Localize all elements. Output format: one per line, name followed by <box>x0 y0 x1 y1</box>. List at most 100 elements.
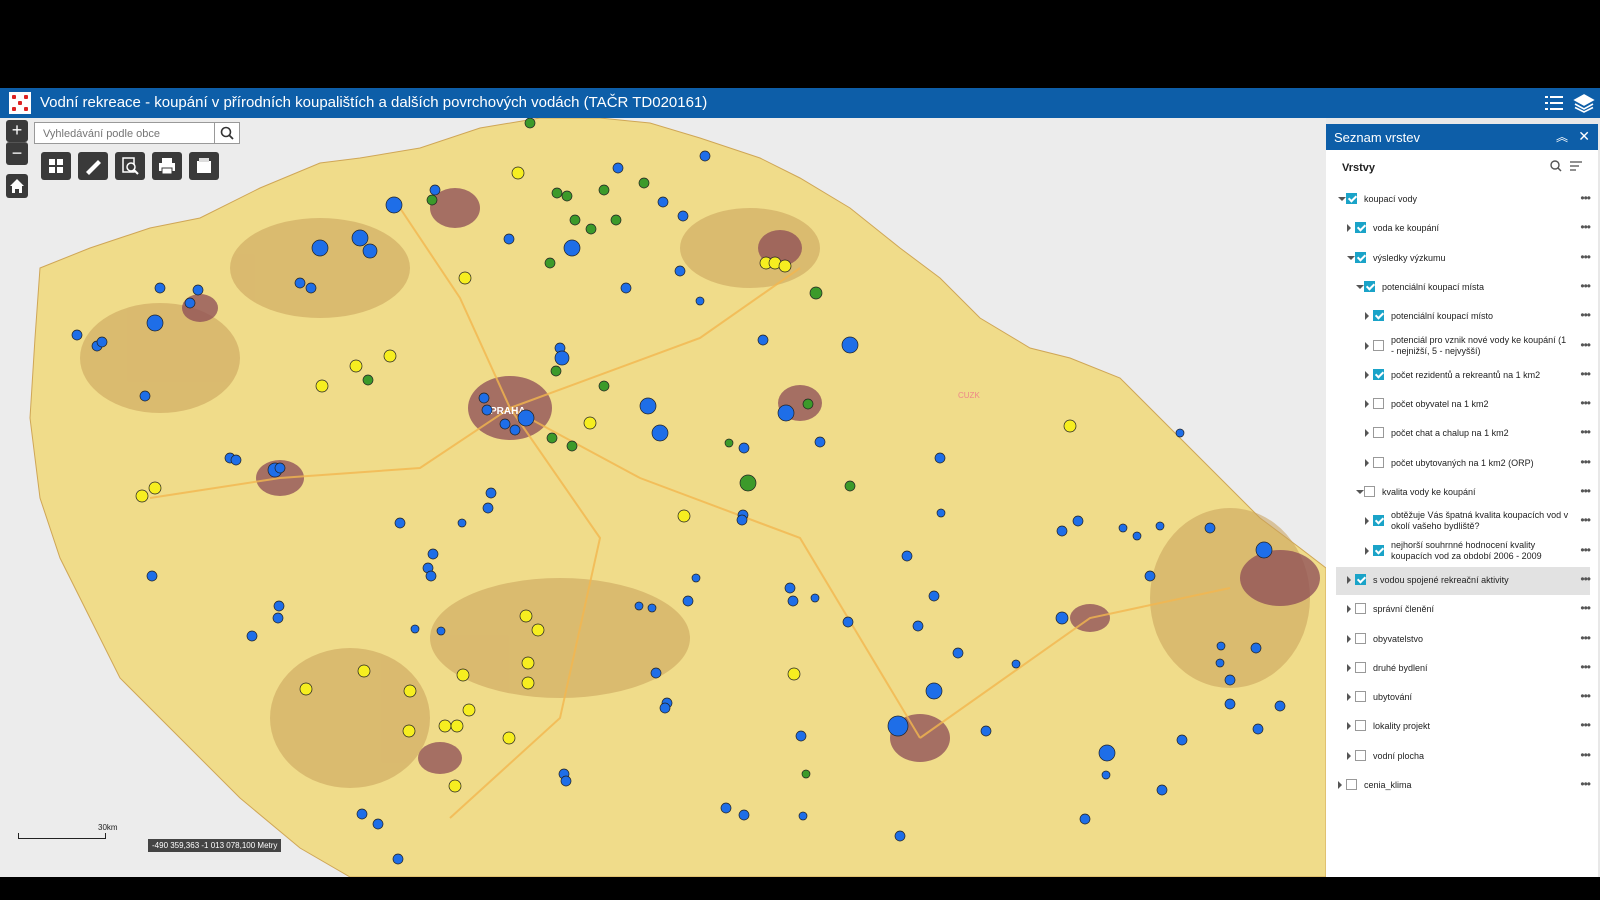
layer-item[interactable]: nejhorší souhrnné hodnocení kvality koup… <box>1336 538 1591 566</box>
layer-visibility-checkbox[interactable] <box>1355 720 1366 731</box>
blue-point-marker[interactable] <box>674 265 686 277</box>
blue-point-marker[interactable] <box>425 570 437 582</box>
yellow-point-marker[interactable] <box>357 664 371 678</box>
green-point-marker[interactable] <box>551 187 563 199</box>
layer-item[interactable]: výsledky výzkumu ••• <box>1336 245 1591 273</box>
blue-point-marker[interactable] <box>385 196 403 214</box>
blue-point-marker[interactable] <box>96 336 108 348</box>
blue-point-marker[interactable] <box>695 296 705 306</box>
layer-visibility-checkbox[interactable] <box>1355 750 1366 761</box>
layer-item[interactable]: obyvatelstvo ••• <box>1336 626 1591 654</box>
caret-right-icon[interactable] <box>1365 459 1369 467</box>
blue-point-marker[interactable] <box>798 811 808 821</box>
more-options-icon[interactable]: ••• <box>1580 631 1591 645</box>
blue-point-marker[interactable] <box>273 600 285 612</box>
blue-point-marker[interactable] <box>503 233 515 245</box>
blue-point-marker[interactable] <box>1255 541 1273 559</box>
blue-point-marker[interactable] <box>787 595 799 607</box>
blue-point-marker[interactable] <box>659 702 671 714</box>
more-options-icon[interactable]: ••• <box>1580 718 1591 732</box>
yellow-point-marker[interactable] <box>349 359 363 373</box>
layer-item[interactable]: lokality projekt ••• <box>1336 713 1591 741</box>
caret-right-icon[interactable] <box>1347 576 1351 584</box>
list-icon[interactable] <box>1542 92 1566 114</box>
layer-item[interactable]: koupací vody ••• <box>1336 186 1591 214</box>
blue-point-marker[interactable] <box>1224 698 1236 710</box>
blue-point-marker[interactable] <box>305 282 317 294</box>
grid-icon[interactable] <box>41 152 71 180</box>
blue-point-marker[interactable] <box>184 297 196 309</box>
zoom-in-button[interactable]: + <box>6 120 28 142</box>
yellow-point-marker[interactable] <box>787 667 801 681</box>
blue-point-marker[interactable] <box>71 329 83 341</box>
green-point-marker[interactable] <box>610 214 622 226</box>
blue-point-marker[interactable] <box>485 487 497 499</box>
blue-point-marker[interactable] <box>436 626 446 636</box>
blue-point-marker[interactable] <box>392 853 404 865</box>
layer-visibility-checkbox[interactable] <box>1355 252 1366 263</box>
yellow-point-marker[interactable] <box>519 609 533 623</box>
yellow-point-marker[interactable] <box>511 166 525 180</box>
layer-item[interactable]: cenia_klima ••• <box>1336 772 1591 800</box>
blue-point-marker[interactable] <box>1079 813 1091 825</box>
search-input[interactable] <box>41 124 215 144</box>
yellow-point-marker[interactable] <box>299 682 313 696</box>
blue-point-marker[interactable] <box>146 570 158 582</box>
caret-right-icon[interactable] <box>1365 312 1369 320</box>
blue-point-marker[interactable] <box>560 775 572 787</box>
layer-visibility-checkbox[interactable] <box>1373 340 1384 351</box>
blue-point-marker[interactable] <box>738 442 750 454</box>
caret-down-icon[interactable] <box>1338 197 1346 201</box>
blue-point-marker[interactable] <box>1156 784 1168 796</box>
blue-point-marker[interactable] <box>192 284 204 296</box>
more-options-icon[interactable]: ••• <box>1580 543 1591 557</box>
more-options-icon[interactable]: ••• <box>1580 455 1591 469</box>
blue-point-marker[interactable] <box>682 595 694 607</box>
blue-point-marker[interactable] <box>936 508 946 518</box>
green-point-marker[interactable] <box>638 177 650 189</box>
layer-item[interactable]: správní členění ••• <box>1336 596 1591 624</box>
green-point-marker[interactable] <box>524 118 536 129</box>
blue-point-marker[interactable] <box>634 601 644 611</box>
caret-right-icon[interactable] <box>1365 400 1369 408</box>
yellow-point-marker[interactable] <box>531 623 545 637</box>
more-options-icon[interactable]: ••• <box>1580 367 1591 381</box>
map-canvas[interactable]: PRAHA CUZK <box>0 118 1326 877</box>
yellow-point-marker[interactable] <box>521 656 535 670</box>
layer-visibility-checkbox[interactable] <box>1373 457 1384 468</box>
measure-icon[interactable] <box>78 152 108 180</box>
blue-point-marker[interactable] <box>912 620 924 632</box>
layer-item[interactable]: počet ubytovaných na 1 km2 (ORP) ••• <box>1336 450 1591 478</box>
green-point-marker[interactable] <box>561 190 573 202</box>
caret-right-icon[interactable] <box>1338 781 1342 789</box>
caret-right-icon[interactable] <box>1365 342 1369 350</box>
yellow-point-marker[interactable] <box>458 271 472 285</box>
blue-point-marker[interactable] <box>1098 744 1116 762</box>
blue-point-marker[interactable] <box>139 390 151 402</box>
caret-down-icon[interactable] <box>1356 490 1364 494</box>
layer-visibility-checkbox[interactable] <box>1364 486 1375 497</box>
more-options-icon[interactable]: ••• <box>1580 396 1591 410</box>
yellow-point-marker[interactable] <box>448 779 462 793</box>
green-point-marker[interactable] <box>724 438 734 448</box>
print-icon[interactable] <box>152 152 182 180</box>
blue-point-marker[interactable] <box>720 802 732 814</box>
blue-point-marker[interactable] <box>1175 428 1185 438</box>
more-options-icon[interactable]: ••• <box>1580 484 1591 498</box>
layer-item[interactable]: druhé bydlení ••• <box>1336 655 1591 683</box>
zoom-search-icon[interactable] <box>115 152 145 180</box>
blue-point-marker[interactable] <box>1144 570 1156 582</box>
layer-visibility-checkbox[interactable] <box>1373 545 1384 556</box>
blue-point-marker[interactable] <box>1118 523 1128 533</box>
more-options-icon[interactable]: ••• <box>1580 220 1591 234</box>
green-point-marker[interactable] <box>802 398 814 410</box>
caret-right-icon[interactable] <box>1347 635 1351 643</box>
yellow-point-marker[interactable] <box>148 481 162 495</box>
blue-point-marker[interactable] <box>410 624 420 634</box>
caret-down-icon[interactable] <box>1347 256 1355 260</box>
blue-point-marker[interactable] <box>563 239 581 257</box>
blue-point-marker[interactable] <box>887 715 909 737</box>
green-point-marker[interactable] <box>566 440 578 452</box>
blue-point-marker[interactable] <box>509 424 521 436</box>
caret-right-icon[interactable] <box>1365 429 1369 437</box>
